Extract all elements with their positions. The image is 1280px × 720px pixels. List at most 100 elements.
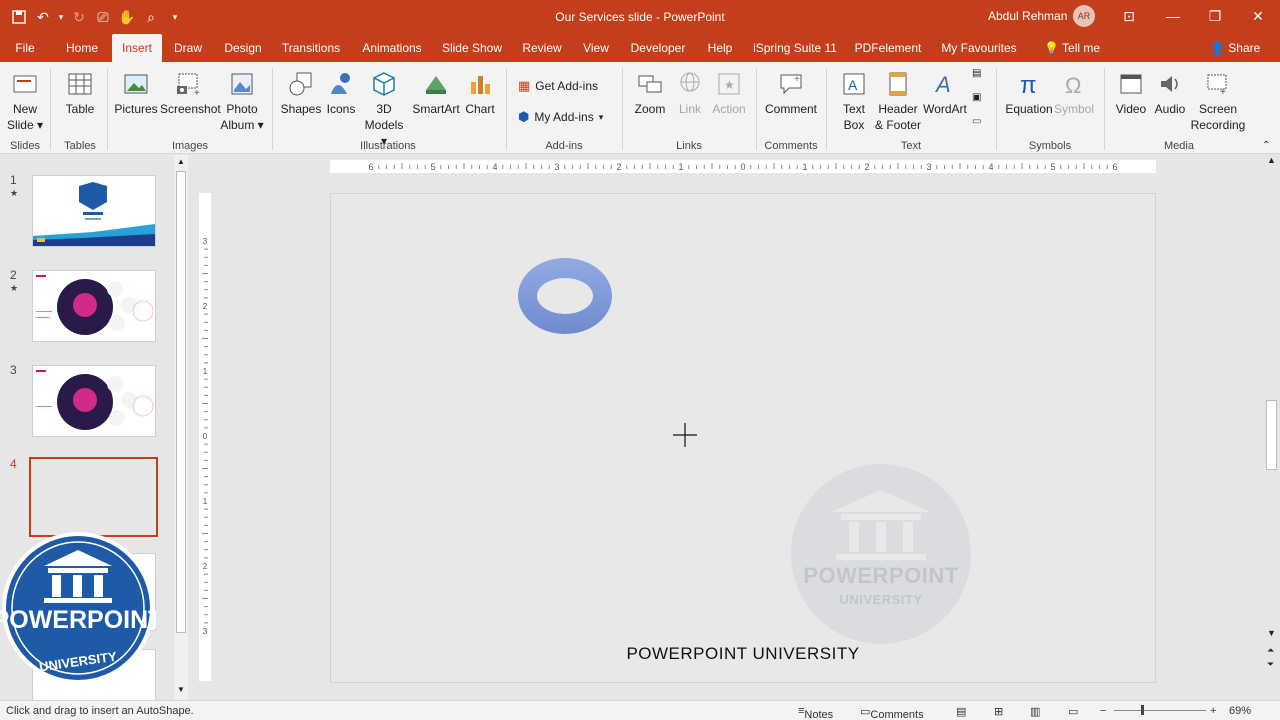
restore-icon[interactable]: ❐ xyxy=(1200,5,1230,27)
minimize-icon[interactable]: — xyxy=(1158,5,1188,27)
normal-view-icon[interactable]: ▤ xyxy=(956,705,966,718)
tab-draw[interactable]: Draw xyxy=(168,34,208,62)
slide-1-preview xyxy=(33,182,155,246)
photo-album-button[interactable]: Photo Album ▾ xyxy=(218,70,266,133)
tab-slide-show[interactable]: Slide Show xyxy=(438,34,506,62)
slide-thumbnail-3[interactable] xyxy=(32,365,156,437)
tell-me-box[interactable]: 💡 Tell me xyxy=(1036,34,1108,62)
slide-thumbnail-4[interactable] xyxy=(29,457,158,537)
zoom-button[interactable]: Zoom xyxy=(630,70,670,117)
header-footer-button[interactable]: Header & Footer xyxy=(874,70,922,133)
video-button[interactable]: Video xyxy=(1112,70,1150,117)
ruler-label: 2 xyxy=(203,302,208,311)
zoom-level[interactable]: 69% xyxy=(1229,705,1251,717)
link-button[interactable]: Link xyxy=(672,70,708,117)
smartart-icon xyxy=(426,76,446,94)
get-addins-button[interactable]: ▦ Get Add-ins xyxy=(518,78,598,94)
user-name[interactable]: Abdul Rehman xyxy=(988,9,1067,23)
slide-thumbnail-2[interactable] xyxy=(32,270,156,342)
thumbnail-scrollbar[interactable]: ▲ ▼ xyxy=(174,155,188,700)
group-media: Media xyxy=(1164,140,1194,152)
previous-slide-icon[interactable]: ⏶ xyxy=(1267,645,1274,656)
tab-transitions[interactable]: Transitions xyxy=(276,34,346,62)
zoom-icon xyxy=(638,75,662,93)
new-slide-button[interactable]: New Slide ▾ xyxy=(4,70,46,133)
ruler-label: 3 xyxy=(926,162,931,172)
share-button[interactable]: 👤 Share xyxy=(1210,41,1260,55)
new-slide-icon xyxy=(13,75,37,93)
zoom-in-icon[interactable]: + xyxy=(1210,705,1216,717)
chart-button[interactable]: Chart xyxy=(464,70,496,117)
tab-file[interactable]: File xyxy=(8,34,42,62)
equation-button[interactable]: π Equation xyxy=(1004,70,1054,117)
zoom-slider[interactable] xyxy=(1114,710,1206,711)
separator xyxy=(272,68,273,150)
group-addins: Add-ins xyxy=(545,140,583,152)
ruler-label: 3 xyxy=(203,627,208,636)
my-addins-button[interactable]: ⬢ My Add-ins ▾ xyxy=(518,109,603,125)
comments-button[interactable]: ▭ Comments xyxy=(860,705,924,720)
table-button[interactable]: Table xyxy=(58,70,102,117)
tab-review[interactable]: Review xyxy=(516,34,568,62)
tab-insert[interactable]: Insert xyxy=(112,34,162,62)
horizontal-ruler-ticks: 6 5 4 3 2 1 0 1 2 3 4 5 6 xyxy=(368,162,1117,172)
ruler-label: 2 xyxy=(203,562,208,571)
slide-canvas[interactable]: POWERPOINT UNIVERSITY POWERPOINT UNIVERS… xyxy=(330,193,1156,683)
wordart-button[interactable]: A WordArt xyxy=(922,70,968,117)
link-icon xyxy=(680,72,700,92)
tab-help[interactable]: Help xyxy=(700,34,740,62)
slide-sorter-icon[interactable]: ⊞ xyxy=(994,705,1003,718)
shapes-button[interactable]: Shapes xyxy=(280,70,322,117)
scroll-up-icon[interactable]: ▲ xyxy=(177,157,185,166)
symbol-button[interactable]: Ω Symbol xyxy=(1054,70,1094,117)
object-icon[interactable]: ▭ xyxy=(972,116,981,127)
date-time-icon[interactable]: ▤ xyxy=(972,68,981,79)
screenshot-button[interactable]: + Screenshot xyxy=(160,70,221,117)
tab-ispring[interactable]: iSpring Suite 11 xyxy=(752,34,838,62)
slideshow-view-icon[interactable]: ▭ xyxy=(1068,705,1078,718)
ruler-label: 6 xyxy=(1112,162,1117,172)
action-button[interactable]: ★ Action xyxy=(710,70,748,117)
get-addins-label: Get Add-ins xyxy=(535,79,598,93)
smartart-button[interactable]: SmartArt xyxy=(410,70,462,117)
tab-design[interactable]: Design xyxy=(218,34,268,62)
3d-models-button[interactable]: 3D Models ▾ xyxy=(360,70,408,149)
icons-button[interactable]: Icons xyxy=(324,70,358,117)
notes-button[interactable]: ≡ Notes xyxy=(798,705,833,720)
ruler-label: 4 xyxy=(988,162,993,172)
donut-shape[interactable] xyxy=(518,257,612,335)
next-slide-icon[interactable]: ⏷ xyxy=(1267,659,1274,670)
scroll-down-icon[interactable]: ▼ xyxy=(177,685,185,694)
scroll-thumb[interactable] xyxy=(1266,400,1277,470)
tab-my-favourites[interactable]: My Favourites xyxy=(936,34,1022,62)
slide-number-icon[interactable]: ▣ xyxy=(972,92,981,103)
comment-button[interactable]: + Comment xyxy=(764,70,818,117)
slide-footer-text[interactable]: POWERPOINT UNIVERSITY xyxy=(331,644,1155,664)
ruler-label: 0 xyxy=(740,162,745,172)
scroll-up-icon[interactable]: ▲ xyxy=(1267,155,1276,165)
pictures-button[interactable]: Pictures xyxy=(114,70,158,117)
ribbon-display-icon[interactable]: ⊡ xyxy=(1114,5,1144,27)
photo-album-icon xyxy=(231,73,253,95)
tab-developer[interactable]: Developer xyxy=(626,34,690,62)
zoom-slider-thumb[interactable] xyxy=(1141,705,1144,715)
tab-pdfelement[interactable]: PDFelement xyxy=(850,34,926,62)
slide-thumbnail-1[interactable] xyxy=(32,175,156,247)
text-box-button[interactable]: A Text Box xyxy=(834,70,874,133)
tab-home[interactable]: Home xyxy=(58,34,106,62)
avatar[interactable]: AR xyxy=(1073,5,1095,27)
svg-text:A: A xyxy=(848,77,858,93)
slide-scrollbar[interactable]: ▲ ▼ ⏶ ⏷ xyxy=(1264,155,1280,700)
collapse-ribbon-icon[interactable]: ⌃ xyxy=(1262,140,1270,151)
reading-view-icon[interactable]: ▥ xyxy=(1030,705,1040,718)
watermark-line2: UNIVERSITY xyxy=(839,592,923,607)
scroll-thumb[interactable] xyxy=(176,171,186,633)
audio-button[interactable]: Audio xyxy=(1152,70,1188,117)
zoom-out-icon[interactable]: − xyxy=(1100,705,1106,717)
tab-view[interactable]: View xyxy=(576,34,616,62)
close-icon[interactable]: ✕ xyxy=(1243,5,1273,27)
screen-recording-button[interactable]: + Screen Recording xyxy=(1190,70,1246,133)
ruler-label: 5 xyxy=(1050,162,1055,172)
tab-animations[interactable]: Animations xyxy=(356,34,428,62)
scroll-down-icon[interactable]: ▼ xyxy=(1267,628,1276,638)
